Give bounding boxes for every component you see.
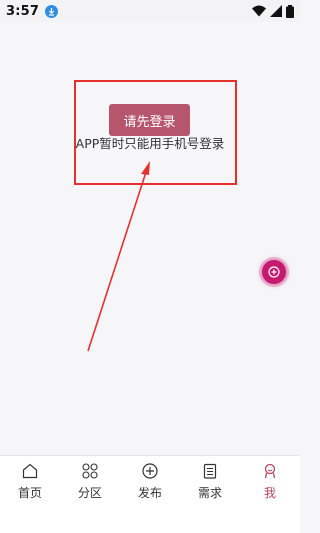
clipboard-icon — [203, 463, 217, 479]
login-button[interactable]: 请先登录 — [109, 104, 190, 136]
tab-label-sections: 分区 — [77, 486, 102, 500]
tab-label-me: 我 — [263, 486, 276, 500]
status-time: 3:57 — [6, 3, 40, 19]
login-notice-text: APP暂时只能用手机号登录 — [75, 136, 225, 151]
status-bar: 3:57 — [0, 0, 300, 22]
home-icon — [22, 463, 38, 479]
signal-icon — [270, 5, 282, 17]
tab-label-home: 首页 — [17, 486, 42, 500]
battery-icon — [286, 4, 294, 18]
bottom-tab-bar: 首页 分区 发布 需求 我 — [0, 455, 300, 533]
tab-me[interactable]: 我 — [240, 462, 300, 533]
main-content: 请先登录 APP暂时只能用手机号登录 — [0, 22, 300, 455]
tab-label-demands: 需求 — [197, 486, 222, 500]
download-badge-icon — [45, 4, 59, 18]
plus-circle-icon — [142, 463, 158, 479]
user-icon — [264, 463, 276, 479]
tab-publish[interactable]: 发布 — [120, 462, 180, 533]
grid-circles-icon — [82, 463, 98, 479]
plus-circle-icon — [268, 266, 280, 278]
tab-sections[interactable]: 分区 — [60, 462, 120, 533]
floating-add-button[interactable] — [262, 260, 286, 284]
tab-home[interactable]: 首页 — [0, 462, 60, 533]
tab-label-publish: 发布 — [137, 486, 162, 500]
wifi-icon — [252, 5, 266, 17]
status-icons — [252, 4, 294, 18]
tab-demands[interactable]: 需求 — [180, 462, 240, 533]
